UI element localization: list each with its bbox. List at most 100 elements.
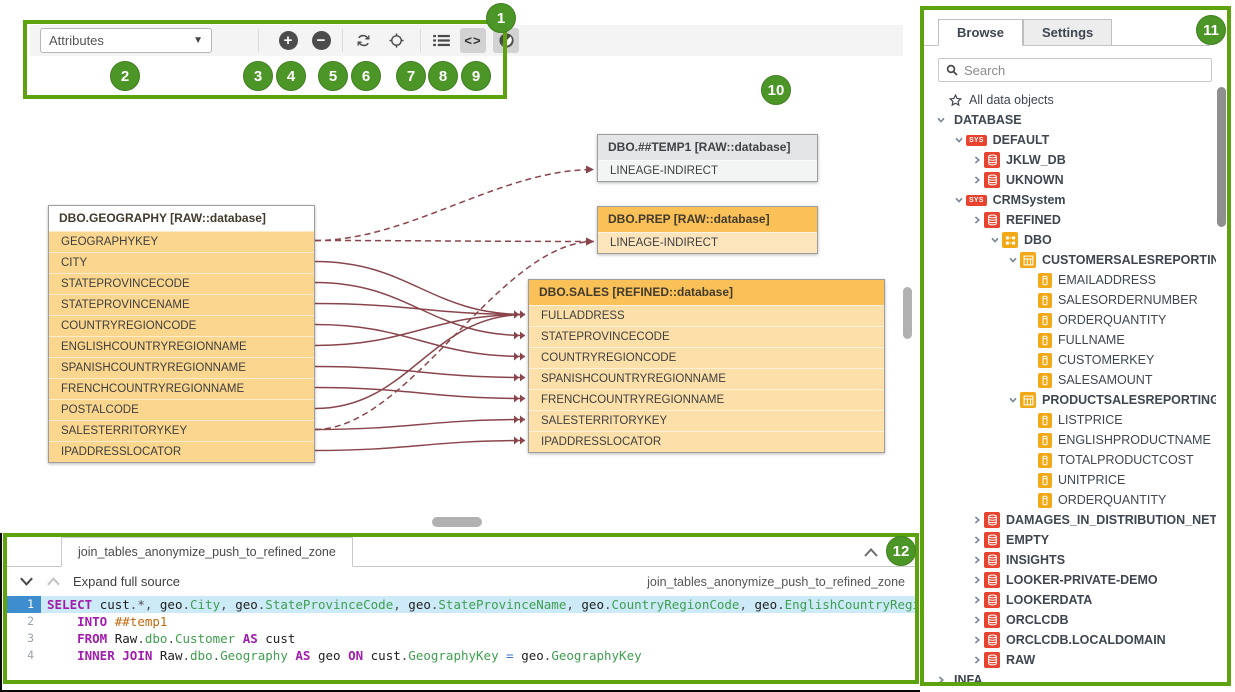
tree-item-orclcdb[interactable]: ORCLCDB <box>934 610 1216 630</box>
lineage-column-row[interactable]: GEOGRAPHYKEY <box>49 231 314 252</box>
lineage-column-row[interactable]: SALESTERRITORYKEY <box>49 420 314 441</box>
tree-item-crmsystem[interactable]: SYSCRMSystem <box>934 190 1216 210</box>
vertical-scrollbar-thumb[interactable] <box>903 287 912 339</box>
chevron-right-icon[interactable] <box>970 535 984 545</box>
tree-item-looker-private-demo[interactable]: LOOKER-PRIVATE-DEMO <box>934 570 1216 590</box>
chevron-right-icon[interactable] <box>970 615 984 625</box>
lineage-column-row[interactable]: LINEAGE-INDIRECT <box>598 232 817 253</box>
chevron-down-icon[interactable] <box>952 195 966 205</box>
tree-item-productsalesreporting[interactable]: PRODUCTSALESREPORTING <box>934 390 1216 410</box>
tree-item-all-data-objects[interactable]: All data objects <box>934 90 1216 110</box>
lineage-canvas[interactable]: Attributes ▼ +−<> DBO.GEOGRAPHY [RAW::da… <box>0 0 920 533</box>
tree-item-orderquantity[interactable]: ORDERQUANTITY <box>934 310 1216 330</box>
lineage-node-sales[interactable]: DBO.SALES [REFINED::database]FULLADDRESS… <box>528 279 885 453</box>
tree-item-infa[interactable]: INFA <box>934 670 1216 684</box>
tree-item-salesamount[interactable]: SALESAMOUNT <box>934 370 1216 390</box>
lineage-column-row[interactable]: ENGLISHCOUNTRYREGIONNAME <box>49 336 314 357</box>
chevron-right-icon[interactable] <box>970 155 984 165</box>
tab-browse[interactable]: Browse <box>938 19 1023 46</box>
lineage-edge <box>315 441 525 451</box>
lineage-column-row[interactable]: IPADDRESSLOCATOR <box>529 431 884 452</box>
lineage-column-row[interactable]: COUNTRYREGIONCODE <box>49 315 314 336</box>
chevron-down-icon[interactable] <box>934 115 948 125</box>
chevron-right-icon[interactable] <box>970 175 984 185</box>
lineage-column-row[interactable]: COUNTRYREGIONCODE <box>529 347 884 368</box>
chevron-right-icon[interactable] <box>970 635 984 645</box>
tree-item-englishproductname[interactable]: ENGLISHPRODUCTNAME <box>934 430 1216 450</box>
app-frame: Attributes ▼ +−<> DBO.GEOGRAPHY [RAW::da… <box>0 0 1235 692</box>
lineage-column-row[interactable]: POSTALCODE <box>49 399 314 420</box>
lineage-node-prep[interactable]: DBO.PREP [RAW::database]LINEAGE-INDIRECT <box>597 206 818 254</box>
lineage-column-row[interactable]: STATEPROVINCECODE <box>529 326 884 347</box>
chevron-right-icon[interactable] <box>970 555 984 565</box>
chevron-down-icon[interactable] <box>988 235 1002 245</box>
tree-item-listprice[interactable]: LISTPRICE <box>934 410 1216 430</box>
tree-item-damages-in-distribution-netw[interactable]: DAMAGES_IN_DISTRIBUTION_NETW <box>934 510 1216 530</box>
chevron-right-icon[interactable] <box>970 575 984 585</box>
column-icon <box>1038 353 1052 368</box>
lineage-node-geography[interactable]: DBO.GEOGRAPHY [RAW::database]GEOGRAPHYKE… <box>48 205 315 463</box>
search-box[interactable] <box>938 58 1212 82</box>
tree-item-insights[interactable]: INSIGHTS <box>934 550 1216 570</box>
chevron-right-icon[interactable] <box>970 215 984 225</box>
lineage-column-row[interactable]: SPANISHCOUNTRYREGIONNAME <box>529 368 884 389</box>
tree-item-fullname[interactable]: FULLNAME <box>934 330 1216 350</box>
chevron-right-icon[interactable] <box>970 515 984 525</box>
lineage-column-row[interactable]: SALESTERRITORYKEY <box>529 410 884 431</box>
lineage-column-row[interactable]: STATEPROVINCECODE <box>49 273 314 294</box>
horizontal-scrollbar-thumb[interactable] <box>432 517 482 527</box>
tree-item-uknown[interactable]: UKNOWN <box>934 170 1216 190</box>
tree-item-emailaddress[interactable]: EMAILADDRESS <box>934 270 1216 290</box>
star-icon <box>948 93 963 108</box>
lineage-column-row[interactable]: CITY <box>49 252 314 273</box>
tree-item-jklw-db[interactable]: JKLW_DB <box>934 150 1216 170</box>
collapse-panel-icon[interactable] <box>863 545 879 563</box>
chevron-right-icon[interactable] <box>970 655 984 665</box>
lineage-column-row[interactable]: LINEAGE-INDIRECT <box>598 160 817 181</box>
lineage-column-row[interactable]: SPANISHCOUNTRYREGIONNAME <box>49 357 314 378</box>
code-tab[interactable]: join_tables_anonymize_push_to_refined_zo… <box>61 537 353 567</box>
line-number: 2 <box>7 613 41 630</box>
tree-item-unitprice[interactable]: UNITPRICE <box>934 470 1216 490</box>
lineage-node-title[interactable]: DBO.SALES [REFINED::database] <box>529 280 884 305</box>
sidebar-scrollbar-thumb[interactable] <box>1217 87 1226 227</box>
lineage-node-temp1[interactable]: DBO.##TEMP1 [RAW::database]LINEAGE-INDIR… <box>597 134 818 182</box>
tree-item-lookerdata[interactable]: LOOKERDATA <box>934 590 1216 610</box>
lineage-node-title[interactable]: DBO.GEOGRAPHY [RAW::database] <box>49 206 314 231</box>
previous-statement-icon[interactable] <box>46 576 61 587</box>
chevron-down-icon[interactable] <box>952 135 966 145</box>
tree-item-raw[interactable]: RAW <box>934 650 1216 670</box>
column-icon <box>1038 333 1052 348</box>
tree-item-default[interactable]: SYSDEFAULT <box>934 130 1216 150</box>
tree-item-salesordernumber[interactable]: SALESORDERNUMBER <box>934 290 1216 310</box>
code-line-source: INNER JOIN Raw.dbo.Geography AS geo ON c… <box>41 647 915 664</box>
tree-item-database[interactable]: DATABASE <box>934 110 1216 130</box>
lineage-column-row[interactable]: STATEPROVINCENAME <box>49 294 314 315</box>
browse-sidebar: Browse Settings All data objectsDATABASE… <box>920 0 1235 692</box>
tab-settings[interactable]: Settings <box>1023 19 1112 46</box>
lineage-column-row[interactable]: FRENCHCOUNTRYREGIONNAME <box>49 378 314 399</box>
column-icon <box>1038 433 1052 448</box>
tree-item-totalproductcost[interactable]: TOTALPRODUCTCOST <box>934 450 1216 470</box>
lineage-column-row[interactable]: IPADDRESSLOCATOR <box>49 441 314 462</box>
lineage-node-title[interactable]: DBO.PREP [RAW::database] <box>598 207 817 232</box>
tree-item-label: LISTPRICE <box>1058 413 1123 427</box>
chevron-right-icon[interactable] <box>970 595 984 605</box>
lineage-column-row[interactable]: FRENCHCOUNTRYREGIONNAME <box>529 389 884 410</box>
next-statement-icon[interactable] <box>19 576 34 587</box>
tree-item-orderquantity[interactable]: ORDERQUANTITY <box>934 490 1216 510</box>
tree-item-customersalesreporting[interactable]: CUSTOMERSALESREPORTING <box>934 250 1216 270</box>
tree-item-label: ENGLISHPRODUCTNAME <box>1058 433 1211 447</box>
lineage-column-row[interactable]: FULLADDRESS <box>529 305 884 326</box>
chevron-down-icon[interactable] <box>1006 255 1020 265</box>
chevron-down-icon[interactable] <box>1006 395 1020 405</box>
tree-item-orclcdb-localdomain[interactable]: ORCLCDB.LOCALDOMAIN <box>934 630 1216 650</box>
expand-full-source-link[interactable]: Expand full source <box>73 574 180 589</box>
chevron-right-icon[interactable] <box>934 675 948 684</box>
tree-item-empty[interactable]: EMPTY <box>934 530 1216 550</box>
tree-item-customerkey[interactable]: CUSTOMERKEY <box>934 350 1216 370</box>
tree-item-dbo[interactable]: DBO <box>934 230 1216 250</box>
lineage-node-title[interactable]: DBO.##TEMP1 [RAW::database] <box>598 135 817 160</box>
tree-item-refined[interactable]: REFINED <box>934 210 1216 230</box>
search-input[interactable] <box>964 63 1204 78</box>
